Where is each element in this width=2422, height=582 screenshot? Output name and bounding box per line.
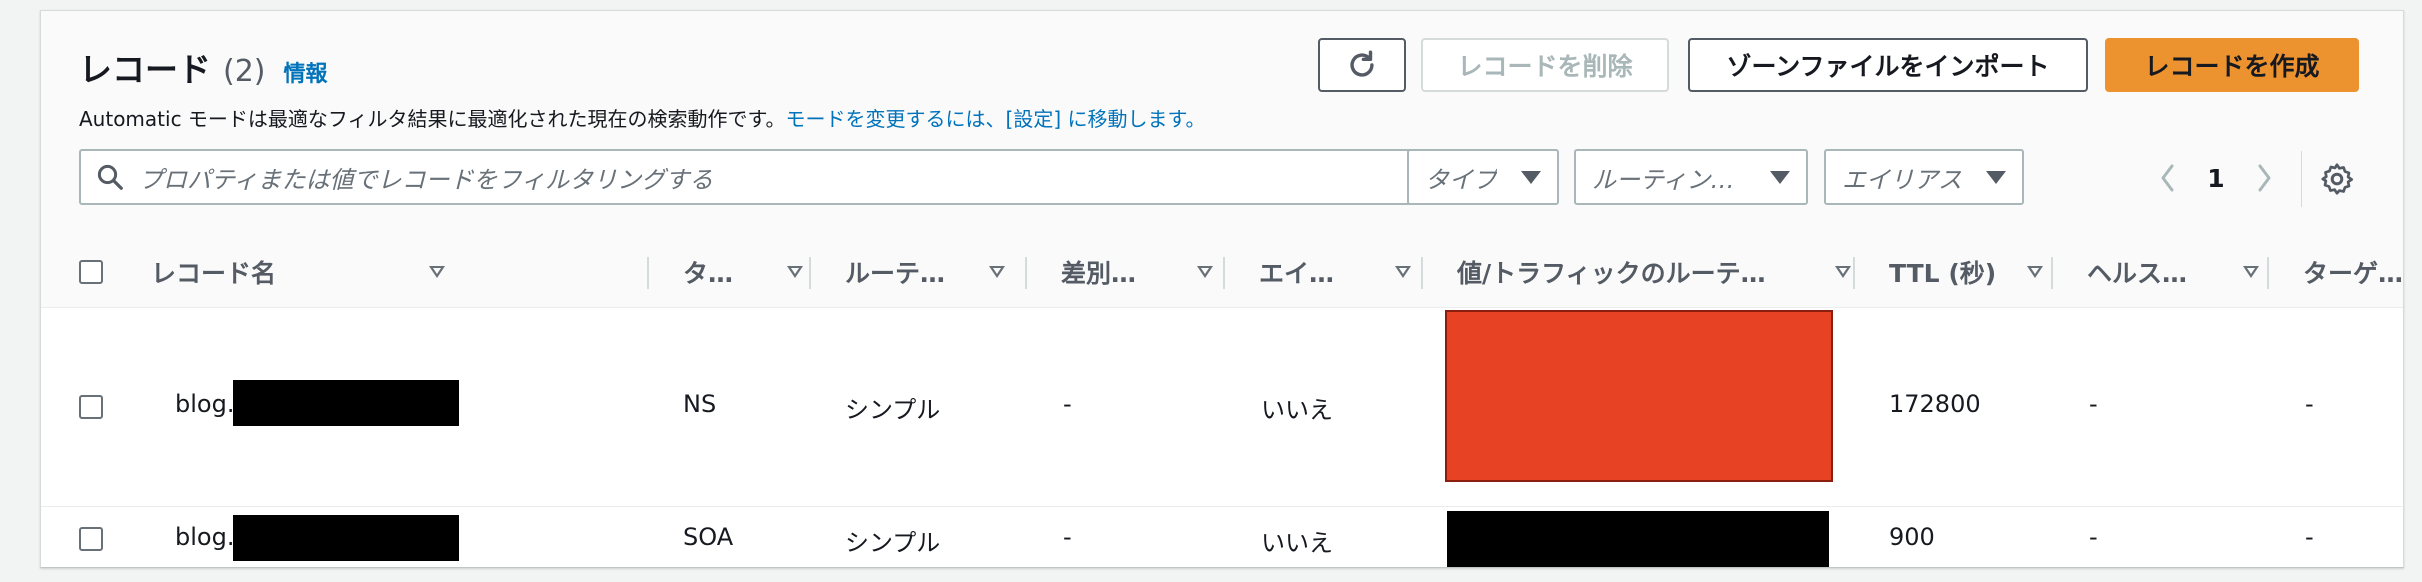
column-header-target[interactable]: ターゲ… — [2283, 237, 2403, 307]
previous-page-button[interactable] — [2153, 161, 2183, 195]
pagination-divider — [2301, 151, 2302, 207]
redacted-value — [1447, 511, 1829, 567]
delete-record-button[interactable]: レコードを削除 — [1421, 38, 1669, 92]
search-placeholder: プロパティまたは値でレコードをフィルタリングする — [139, 165, 714, 194]
select-all-checkbox[interactable] — [79, 260, 103, 284]
caret-down-icon — [1521, 170, 1541, 184]
column-header-differentiator[interactable]: 差別… — [1041, 237, 1241, 307]
differentiator-cell: - — [1063, 390, 1072, 418]
sort-icon — [1197, 266, 1213, 278]
sort-icon — [2243, 266, 2259, 278]
type-filter-label: タイプ — [1425, 165, 1497, 194]
health-check-cell: - — [2089, 390, 2098, 418]
differentiator-cell: - — [1063, 523, 1072, 551]
record-count: (2) — [223, 54, 266, 89]
column-resizer[interactable] — [647, 257, 649, 289]
column-resizer[interactable] — [809, 257, 811, 289]
health-check-cell: - — [2089, 523, 2098, 551]
column-resizer[interactable] — [1025, 257, 1027, 289]
row-checkbox[interactable] — [79, 527, 103, 551]
alias-cell: いいえ — [1261, 396, 1333, 424]
create-record-button[interactable]: レコードを作成 — [2105, 38, 2359, 92]
search-mode-description: Automatic モードは最適なフィルタ結果に最適化された現在の検索動作です。… — [79, 103, 1206, 132]
table-row[interactable]: blog. SOA シンプル - いいえ 900 - - — [41, 507, 2403, 567]
next-page-button[interactable] — [2249, 161, 2279, 195]
settings-link[interactable]: モードを変更するには、[設定] に移動します。 — [786, 107, 1206, 131]
import-zone-file-button[interactable]: ゾーンファイルをインポート — [1688, 38, 2088, 92]
search-icon — [95, 162, 125, 192]
alias-cell: いいえ — [1261, 529, 1333, 557]
table-header: レコード名 タ… ルーテ… 差別… エイ… 値/トラフィックのルーテ… TTL … — [41, 237, 2403, 308]
caret-down-icon — [1770, 170, 1790, 184]
sort-icon — [429, 266, 445, 278]
preferences-button[interactable] — [2319, 161, 2355, 197]
column-header-health-check[interactable]: ヘルス… — [2067, 237, 2277, 307]
column-resizer[interactable] — [2267, 257, 2269, 289]
routing-filter-label: ルーティン… — [1592, 165, 1735, 194]
table-row[interactable]: blog. NS シンプル - いいえ 172800 - - — [41, 308, 2403, 507]
record-name-cell[interactable]: blog. — [175, 523, 234, 551]
chevron-left-icon — [2161, 164, 2174, 192]
title-text: レコード — [79, 50, 211, 89]
chevron-right-icon — [2258, 164, 2271, 192]
refresh-button[interactable] — [1318, 38, 1406, 92]
redacted-domain — [233, 380, 459, 426]
row-checkbox[interactable] — [79, 395, 103, 419]
target-cell: - — [2305, 523, 2314, 551]
column-header-ttl[interactable]: TTL (秒) — [1869, 237, 2069, 307]
sort-icon — [1395, 266, 1411, 278]
redacted-value — [1445, 310, 1833, 482]
alias-filter-dropdown[interactable]: エイリアス — [1824, 149, 2024, 205]
column-resizer[interactable] — [1853, 257, 1855, 289]
routing-cell: シンプル — [845, 396, 941, 424]
records-panel: レコード (2) 情報 Automatic モードは最適なフィルタ結果に最適化さ… — [40, 10, 2404, 568]
sort-icon — [989, 266, 1005, 278]
column-header-type[interactable]: タ… — [663, 237, 823, 307]
info-link[interactable]: 情報 — [284, 56, 328, 88]
ttl-cell: 172800 — [1889, 390, 1981, 418]
gear-icon — [2321, 163, 2354, 195]
column-resizer[interactable] — [1223, 257, 1225, 289]
sort-icon — [1835, 266, 1851, 278]
sort-icon — [787, 266, 803, 278]
record-name-cell[interactable]: blog. — [175, 390, 234, 418]
column-header-alias[interactable]: エイ… — [1239, 237, 1439, 307]
column-resizer[interactable] — [1421, 257, 1423, 289]
type-cell: NS — [683, 390, 717, 418]
refresh-icon — [1350, 50, 1374, 77]
redacted-domain — [233, 515, 459, 561]
page-number[interactable]: 1 — [2201, 161, 2231, 195]
target-cell: - — [2305, 390, 2314, 418]
column-resizer[interactable] — [2051, 257, 2053, 289]
column-header-value[interactable]: 値/トラフィックのルーテ… — [1437, 237, 1867, 307]
sort-icon — [2027, 266, 2043, 278]
routing-cell: シンプル — [845, 529, 941, 557]
ttl-cell: 900 — [1889, 523, 1935, 551]
column-header-record-name[interactable]: レコード名 — [131, 237, 461, 307]
type-cell: SOA — [683, 523, 734, 551]
type-filter-dropdown[interactable]: タイプ — [1407, 149, 1559, 205]
subtitle-text: Automatic モードは最適なフィルタ結果に最適化された現在の検索動作です。 — [79, 107, 786, 131]
alias-filter-label: エイリアス — [1842, 165, 1962, 194]
page-title: レコード (2) 情報 — [79, 43, 328, 95]
column-header-routing[interactable]: ルーテ… — [825, 237, 1035, 307]
search-input[interactable]: プロパティまたは値でレコードをフィルタリングする — [79, 149, 1427, 205]
routing-filter-dropdown[interactable]: ルーティン… — [1574, 149, 1808, 205]
caret-down-icon — [1986, 170, 2006, 184]
records-header: レコード (2) 情報 Automatic モードは最適なフィルタ結果に最適化さ… — [41, 11, 2403, 238]
